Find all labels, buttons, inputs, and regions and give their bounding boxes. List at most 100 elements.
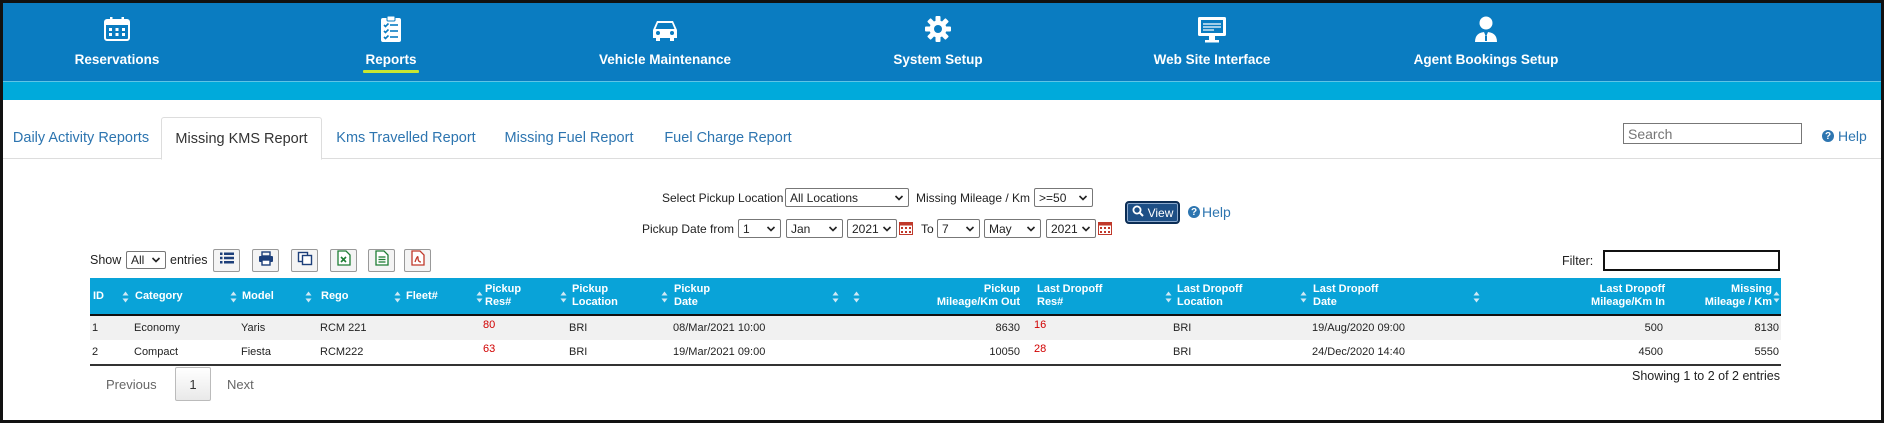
filter-label: Filter: [1562,254,1594,268]
column-header-pickup-res[interactable]: Pickup Res# [485,278,545,314]
pdf-export-button[interactable] [404,249,431,272]
csv-export-button[interactable] [368,249,395,272]
to-year-select[interactable]: 2021 [1046,219,1096,238]
pickup-location-label: Select Pickup Location [662,191,784,205]
column-header-category[interactable]: Category [135,278,210,314]
calendar-picker-icon[interactable] [899,222,913,235]
cell-pickup-res[interactable]: 63 [483,343,495,355]
tab-missing-kms-report[interactable]: Missing KMS Report [161,117,322,160]
select-value: 2021 [1051,221,1078,236]
sort-arrows-icon [1773,290,1780,303]
cell-dropoff-location: BRI [1173,322,1192,334]
gear-icon [924,15,952,43]
help-label: Help [1838,128,1867,144]
column-header-pickup-mileage[interactable]: Pickup Mileage/Km Out [910,278,1020,314]
agent-user-icon [1474,15,1498,43]
to-month-select[interactable]: May [984,219,1041,238]
column-header-pickup-location[interactable]: Pickup Location [572,278,642,314]
report-tabs: Daily Activity Reports Missing KMS Repor… [3,117,1881,160]
cell-pickup-mileage: 10050 [989,346,1020,358]
search-input[interactable] [1623,123,1802,144]
column-header-model[interactable]: Model [242,278,302,314]
calendar-picker-icon[interactable] [1098,222,1112,235]
column-header-last-dropoff-location[interactable]: Last Dropoff Location [1177,278,1267,314]
pickup-location-select[interactable]: All Locations [785,188,909,207]
csv-icon [374,250,389,271]
secondary-color-bar [3,81,1881,100]
sort-arrows-icon [1473,290,1480,303]
excel-export-button[interactable] [330,249,357,272]
cell-category: Economy [134,322,180,334]
missing-mileage-label: Missing Mileage / Km [916,191,1031,205]
chevron-down-icon [1081,223,1091,237]
cell-model: Yaris [241,322,266,334]
list-view-button[interactable] [213,249,240,272]
table-header: ID Category Model Rego Fleet# Pickup Res… [90,278,1781,316]
column-header-pickup-date[interactable]: Pickup Date [674,278,774,314]
tab-kms-travelled-report[interactable]: Kms Travelled Report [333,117,479,159]
filter-help-link[interactable]: ? Help [1188,204,1231,220]
nav-label: System Setup [893,52,983,67]
nav-item-reports[interactable]: Reports [363,3,419,81]
column-header-id[interactable]: ID [93,278,121,314]
pagination-previous[interactable]: Previous [106,377,157,392]
copy-button[interactable] [291,249,318,272]
cell-rego: RCM 221 [320,322,367,334]
cell-id: 1 [92,322,99,334]
show-entries-select[interactable]: All [126,251,166,269]
help-link[interactable]: ? Help [1822,128,1867,144]
select-value: 7 [942,221,949,236]
pdf-icon [410,250,425,271]
column-header-last-dropoff-mileage[interactable]: Last Dropoff Mileage/Km In [1530,278,1665,314]
cell-pickup-res[interactable]: 80 [483,319,495,331]
nav-item-system-setup[interactable]: System Setup [893,3,983,81]
cell-dropoff-res[interactable]: 28 [1034,343,1046,355]
nav-item-reservations[interactable]: Reservations [75,3,159,81]
select-value: May [989,221,1012,236]
help-label: Help [1202,204,1231,220]
tab-daily-activity-reports[interactable]: Daily Activity Reports [9,117,153,159]
tab-fuel-charge-report[interactable]: Fuel Charge Report [663,117,793,159]
column-header-missing-mileage[interactable]: Missing Mileage / Km [1680,278,1772,314]
question-circle-icon: ? [1188,206,1200,218]
pagination-next[interactable]: Next [227,377,254,392]
cell-pickup-mileage: 8630 [995,322,1020,334]
column-header-rego[interactable]: Rego [321,278,381,314]
nav-label: Agent Bookings Setup [1413,52,1559,67]
cell-dropoff-res[interactable]: 16 [1034,319,1046,331]
table-row[interactable]: 2 Compact Fiesta RCM222 63 BRI 19/Mar/20… [90,340,1781,364]
column-header-fleet[interactable]: Fleet# [406,278,466,314]
to-day-select[interactable]: 7 [937,219,980,238]
chevron-down-icon [766,223,776,237]
pickup-date-from-label: Pickup Date from [642,222,735,236]
cell-missing-mileage: 5550 [1754,346,1779,358]
from-month-select[interactable]: Jan [786,219,843,238]
sort-arrows-icon [305,290,312,303]
nav-item-web-site-interface[interactable]: Web Site Interface [1154,3,1270,81]
view-button[interactable]: View [1125,201,1180,224]
filter-input[interactable] [1603,250,1780,271]
tab-missing-fuel-report[interactable]: Missing Fuel Report [499,117,639,159]
nav-item-agent-bookings-setup[interactable]: Agent Bookings Setup [1414,3,1558,81]
cell-rego: RCM222 [320,346,364,358]
cell-dropoff-location: BRI [1173,346,1192,358]
cell-category: Compact [134,346,179,358]
print-icon [258,250,274,271]
select-value: 1 [743,221,750,236]
pagination-page-button[interactable]: 1 [175,367,211,401]
entries-label: entries [170,253,208,267]
sort-arrows-icon [661,290,668,303]
column-header-last-dropoff-date[interactable]: Last Dropoff Date [1313,278,1413,314]
app-window: Reservations Reports Vehicle Maintenance… [0,0,1884,423]
from-day-select[interactable]: 1 [738,219,781,238]
nav-item-vehicle-maintenance[interactable]: Vehicle Maintenance [599,3,731,81]
excel-icon [336,250,351,271]
cell-dropoff-mileage: 4500 [1638,346,1663,358]
from-year-select[interactable]: 2021 [847,219,897,238]
column-header-last-dropoff-res[interactable]: Last Dropoff Res# [1037,278,1127,314]
sort-arrows-icon [832,290,839,303]
table-row[interactable]: 1 Economy Yaris RCM 221 80 BRI 08/Mar/20… [90,316,1781,340]
print-button[interactable] [252,249,279,272]
sort-arrows-icon [1300,290,1307,303]
missing-mileage-select[interactable]: >=50 [1034,188,1093,207]
